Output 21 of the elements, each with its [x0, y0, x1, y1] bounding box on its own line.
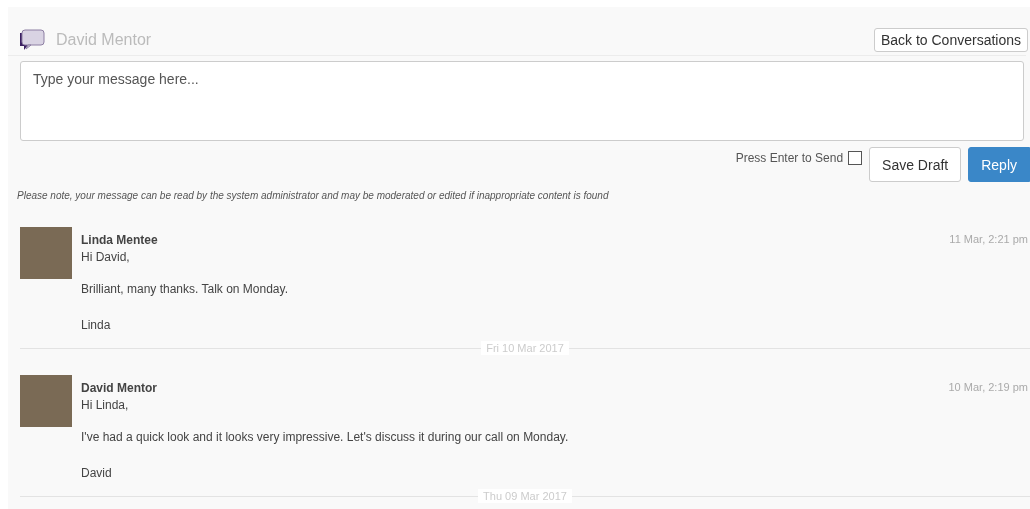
conversation-title: David Mentor: [56, 30, 152, 49]
author-name: David Mentor: [81, 381, 157, 395]
message-line: Brilliant, many thanks. Talk on Monday.: [81, 281, 289, 297]
author-name: Linda Mentee: [81, 233, 158, 247]
message-line: I've had a quick look and it looks very impressive. Let's discuss it during our call on Monday.: [81, 429, 570, 445]
message-line: David: [81, 465, 113, 481]
chat-bubble-icon: [18, 28, 46, 51]
moderation-note: Please note, your message can be read by the system administrator and may be moderated or edited if inappropriate content is found: [17, 190, 610, 201]
reply-button[interactable]: Reply: [968, 147, 1030, 182]
avatar-photo-placeholder: [20, 227, 72, 279]
message-line: Linda: [81, 317, 112, 333]
message-time: 10 Mar, 2:19 pm: [948, 381, 1028, 395]
press-enter-label: Press Enter to Send: [735, 151, 844, 165]
message-line: Hi David,: [81, 249, 131, 265]
back-to-conversations-button[interactable]: Back to Conversations: [873, 27, 1028, 52]
save-draft-button[interactable]: Save Draft: [869, 147, 962, 182]
message-line: Hi Linda,: [81, 397, 130, 413]
avatar-photo-placeholder: [20, 375, 72, 427]
message-input-field[interactable]: Type your message here...: [20, 61, 1024, 141]
checkbox[interactable]: [848, 151, 863, 165]
message-time: 11 Mar, 2:21 pm: [949, 233, 1028, 247]
